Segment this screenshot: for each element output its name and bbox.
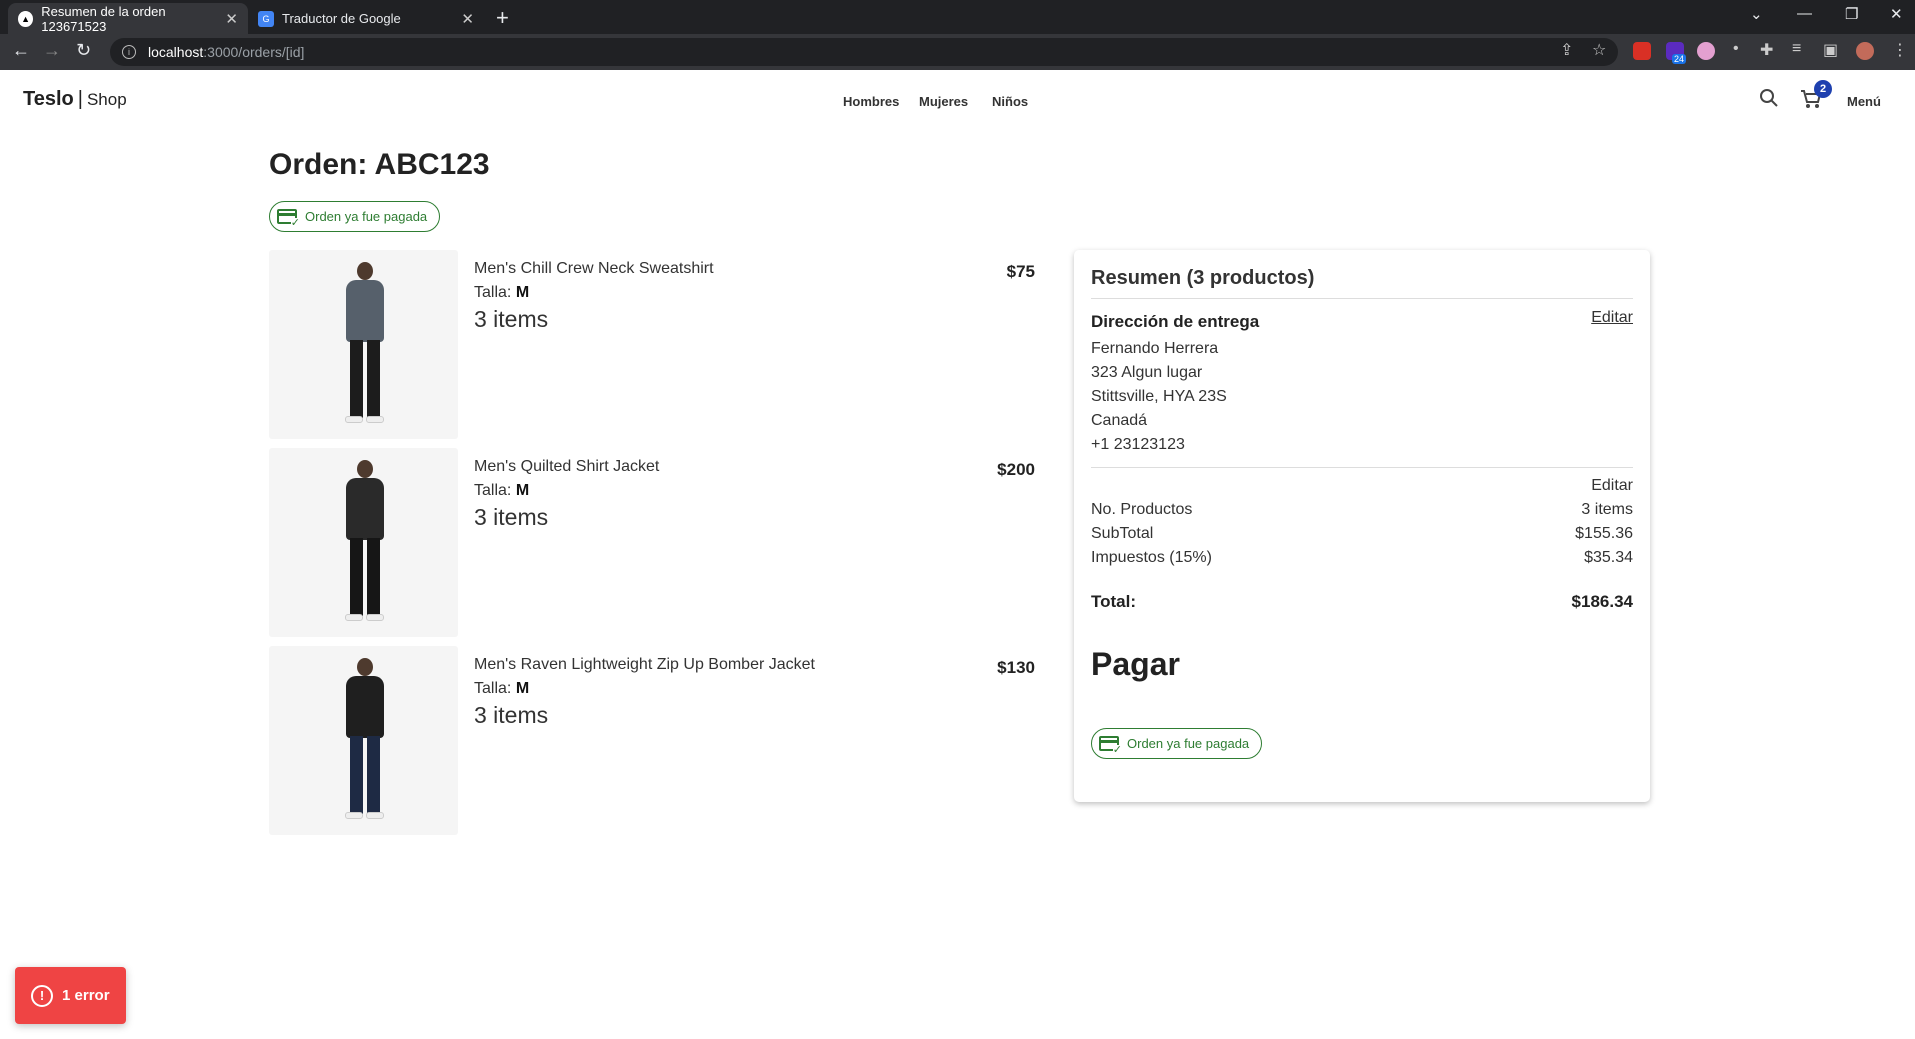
product-image[interactable] bbox=[269, 250, 458, 439]
cart-count-badge: 2 bbox=[1814, 80, 1832, 98]
extensions-puzzle-icon[interactable]: ✚ bbox=[1760, 40, 1773, 60]
browser-menu-icon[interactable]: ⋮ bbox=[1892, 40, 1908, 60]
edit-cart-link[interactable]: Editar bbox=[1591, 477, 1633, 495]
extension-badge: 24 bbox=[1672, 54, 1687, 64]
back-icon[interactable]: ← bbox=[12, 40, 30, 61]
error-alert-icon: ! bbox=[31, 984, 53, 1007]
product-name[interactable]: Men's Quilted Shirt Jacket bbox=[474, 458, 659, 476]
product-item: Men's Quilted Shirt Jacket Talla: M 3 it… bbox=[269, 448, 1039, 638]
model-figure-icon bbox=[334, 460, 394, 625]
tab-title: Resumen de la orden 123671523 bbox=[41, 3, 166, 34]
delivery-heading: Dirección de entrega bbox=[1091, 312, 1260, 331]
product-quantity: 3 items bbox=[474, 504, 549, 530]
chip-label: Orden ya fue pagada bbox=[305, 209, 428, 224]
menu-button[interactable]: Menú bbox=[1847, 94, 1881, 109]
close-tab-icon[interactable]: ✕ bbox=[461, 10, 474, 28]
product-price: $130 bbox=[997, 658, 1035, 677]
media-controls-icon[interactable]: ≡ bbox=[1792, 40, 1801, 58]
product-size: Talla: M bbox=[474, 680, 530, 697]
pay-heading: Pagar bbox=[1091, 646, 1180, 682]
product-name[interactable]: Men's Chill Crew Neck Sweatshirt bbox=[474, 260, 714, 278]
divider bbox=[1091, 467, 1633, 468]
brand-sub: Shop bbox=[86, 90, 127, 109]
model-figure-icon bbox=[334, 262, 394, 427]
search-icon[interactable] bbox=[1759, 88, 1779, 114]
minimize-icon[interactable]: — bbox=[1797, 5, 1812, 22]
extension-red-icon[interactable] bbox=[1633, 42, 1651, 60]
product-size: Talla: M bbox=[474, 284, 530, 301]
nav-ninos[interactable]: Niños bbox=[992, 94, 1028, 109]
address-name: Fernando Herrera bbox=[1091, 340, 1219, 357]
product-item: Men's Chill Crew Neck Sweatshirt Talla: … bbox=[269, 250, 1039, 440]
new-tab-icon[interactable]: + bbox=[496, 5, 509, 31]
edit-address-link[interactable]: Editar bbox=[1591, 309, 1633, 327]
product-item: Men's Raven Lightweight Zip Up Bomber Ja… bbox=[269, 646, 1039, 836]
tab-title: Traductor de Google bbox=[282, 11, 401, 26]
chip-label: Orden ya fue pagada bbox=[1127, 736, 1250, 751]
google-translate-favicon-icon: G bbox=[258, 10, 274, 27]
tab-google-translate[interactable]: G Traductor de Google ✕ bbox=[248, 3, 484, 34]
divider bbox=[1091, 298, 1633, 299]
bookmark-star-icon[interactable]: ☆ bbox=[1592, 40, 1606, 60]
app-header: Teslo | Shop Hombres Mujeres Niños bbox=[0, 70, 1915, 134]
tab-search-chevron-icon[interactable]: ⌄ bbox=[1750, 5, 1763, 23]
summary-row-total: Total: $186.34 bbox=[1091, 592, 1633, 611]
brand-name: Teslo bbox=[23, 88, 74, 110]
product-size: Talla: M bbox=[474, 482, 530, 499]
address-line: 323 Algun lugar bbox=[1091, 364, 1203, 381]
extension-dot-icon[interactable]: • bbox=[1733, 40, 1739, 58]
share-icon[interactable]: ⇪ bbox=[1560, 40, 1573, 60]
extension-pink-icon[interactable] bbox=[1697, 42, 1715, 60]
error-label: 1 error bbox=[62, 987, 110, 1004]
address-phone: +1 23123123 bbox=[1091, 436, 1185, 453]
address-city: Stittsville, HYA 23S bbox=[1091, 388, 1227, 405]
tab-order-summary[interactable]: ▲ Resumen de la orden 123671523 ✕ bbox=[8, 3, 248, 34]
brand-separator: | bbox=[77, 88, 83, 110]
close-tab-icon[interactable]: ✕ bbox=[225, 10, 238, 28]
browser-tab-bar: ▲ Resumen de la orden 123671523 ✕ G Trad… bbox=[0, 0, 1915, 34]
url-host: localhost bbox=[148, 44, 204, 60]
summary-row-products: No. Productos 3 items bbox=[1091, 501, 1633, 518]
page-title: Orden: ABC123 bbox=[269, 148, 490, 181]
reload-icon[interactable]: ↻ bbox=[76, 40, 91, 61]
browser-toolbar: ← → ↻ i localhost:3000/orders/[id] ⇪ ☆ 2… bbox=[0, 34, 1915, 70]
url-path: :3000/orders/[id] bbox=[203, 44, 305, 60]
brand-logo[interactable]: Teslo | Shop bbox=[23, 88, 127, 111]
order-paid-chip: Orden ya fue pagada bbox=[269, 201, 441, 232]
close-window-icon[interactable]: ✕ bbox=[1890, 5, 1903, 23]
credit-card-check-icon bbox=[277, 209, 300, 229]
side-panel-icon[interactable]: ▣ bbox=[1823, 40, 1838, 60]
summary-title: Resumen (3 productos) bbox=[1091, 267, 1315, 289]
product-quantity: 3 items bbox=[474, 306, 549, 332]
site-info-icon[interactable]: i bbox=[122, 45, 136, 59]
product-name[interactable]: Men's Raven Lightweight Zip Up Bomber Ja… bbox=[474, 656, 815, 674]
product-price: $200 bbox=[997, 460, 1035, 479]
credit-card-check-icon bbox=[1099, 736, 1122, 756]
address-country: Canadá bbox=[1091, 412, 1148, 429]
profile-avatar[interactable] bbox=[1856, 42, 1874, 60]
product-image[interactable] bbox=[269, 448, 458, 637]
forward-icon[interactable]: → bbox=[43, 40, 61, 61]
nav-mujeres[interactable]: Mujeres bbox=[919, 94, 968, 109]
nextjs-error-toast[interactable]: ! 1 error bbox=[15, 967, 126, 1024]
restore-icon[interactable]: ❐ bbox=[1845, 5, 1858, 23]
nextjs-favicon-icon: ▲ bbox=[18, 10, 34, 27]
summary-row-subtotal: SubTotal $155.36 bbox=[1091, 525, 1633, 542]
product-price: $75 bbox=[1006, 262, 1035, 281]
order-summary-card: Resumen (3 productos) Dirección de entre… bbox=[1074, 250, 1650, 802]
summary-paid-chip: Orden ya fue pagada bbox=[1091, 728, 1263, 759]
product-image[interactable] bbox=[269, 646, 458, 835]
model-figure-icon bbox=[334, 658, 394, 823]
summary-row-taxes: Impuestos (15%) $35.34 bbox=[1091, 549, 1633, 566]
nav-hombres[interactable]: Hombres bbox=[843, 94, 899, 109]
address-bar[interactable]: i localhost:3000/orders/[id] bbox=[110, 38, 1618, 66]
product-quantity: 3 items bbox=[474, 702, 549, 728]
